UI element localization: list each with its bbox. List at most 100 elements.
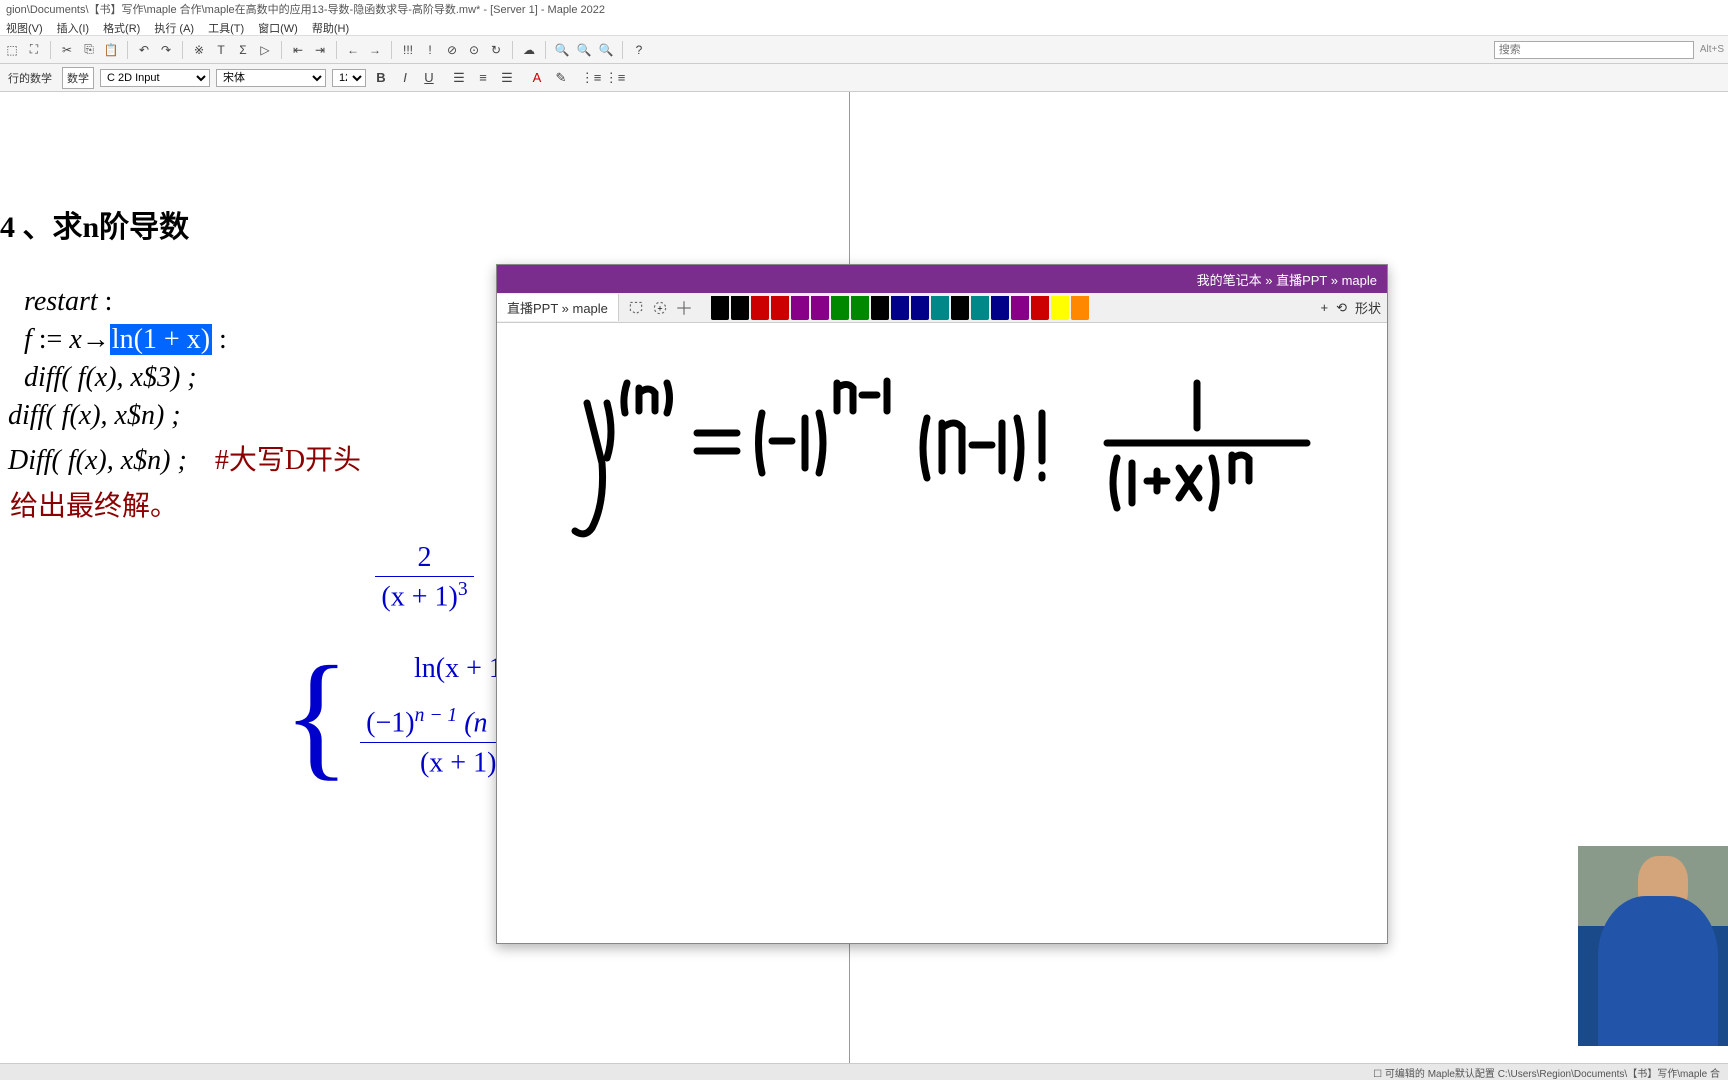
align-left-icon[interactable]: ☰ bbox=[450, 69, 468, 87]
copy-icon[interactable]: ⎘ bbox=[81, 42, 97, 58]
status-text: ☐ 可编辑的 Maple默认配置 C:\Users\Region\Documen… bbox=[1373, 1065, 1720, 1080]
separator bbox=[182, 41, 183, 59]
pen-blue-2[interactable] bbox=[911, 296, 929, 320]
zoom-in-icon[interactable]: 🔍 bbox=[554, 42, 570, 58]
search-container: Alt+S bbox=[1494, 41, 1724, 59]
pen-tray bbox=[711, 296, 1089, 320]
onenote-titlebar[interactable]: 我的笔记本 » 直播PPT » maple bbox=[497, 265, 1387, 293]
prompt-icon[interactable]: ▷ bbox=[257, 42, 273, 58]
expand-icon[interactable]: ⛶ bbox=[26, 42, 42, 58]
highlighter-orange[interactable] bbox=[1071, 296, 1089, 320]
status-bar: ☐ 可编辑的 Maple默认配置 C:\Users\Region\Documen… bbox=[0, 1063, 1728, 1080]
back-icon[interactable]: ← bbox=[345, 42, 361, 58]
menu-format[interactable]: 格式(R) bbox=[103, 20, 140, 33]
code-comment: #大写D开头 bbox=[215, 445, 361, 476]
zoom-fit-icon[interactable]: 🔍 bbox=[576, 42, 592, 58]
text-icon[interactable]: T bbox=[213, 42, 229, 58]
forward-icon[interactable]: → bbox=[367, 42, 383, 58]
pen-red-2[interactable] bbox=[771, 296, 789, 320]
menu-window[interactable]: 窗口(W) bbox=[258, 20, 298, 33]
font-size-select[interactable]: 12 bbox=[332, 69, 366, 87]
bullet-list-icon[interactable]: ⋮≡ bbox=[582, 69, 600, 87]
redo-icon[interactable]: ↷ bbox=[158, 42, 174, 58]
pen-purple-3[interactable] bbox=[1011, 296, 1029, 320]
math-mode-button[interactable]: 数学 bbox=[62, 67, 94, 89]
pen-black-4[interactable] bbox=[951, 296, 969, 320]
onenote-window[interactable]: 我的笔记本 » 直播PPT » maple 直播PPT » maple + bbox=[496, 264, 1388, 944]
separator bbox=[127, 41, 128, 59]
italic-button[interactable]: I bbox=[396, 69, 414, 87]
left-brace-icon: { bbox=[283, 660, 350, 772]
menu-help[interactable]: 帮助(H) bbox=[312, 20, 349, 33]
stop-icon[interactable]: ⊘ bbox=[444, 42, 460, 58]
math-icon[interactable]: Σ bbox=[235, 42, 251, 58]
execute-single-icon[interactable]: ! bbox=[422, 42, 438, 58]
search-input[interactable] bbox=[1494, 41, 1694, 59]
separator bbox=[281, 41, 282, 59]
shapes-label[interactable]: 形状 bbox=[1355, 298, 1381, 317]
tool-icon[interactable]: ⟲ bbox=[1336, 300, 1347, 316]
menu-view[interactable]: 视图(V) bbox=[6, 20, 43, 33]
pen-green[interactable] bbox=[831, 296, 849, 320]
onenote-breadcrumb: 我的笔记本 » 直播PPT » maple bbox=[1197, 270, 1377, 289]
execute-icon[interactable]: !!! bbox=[400, 42, 416, 58]
underline-button[interactable]: U bbox=[420, 69, 438, 87]
pen-cyan[interactable] bbox=[931, 296, 949, 320]
add-page-icon[interactable]: + bbox=[651, 299, 669, 317]
svg-text:+: + bbox=[657, 303, 662, 313]
indent-right-icon[interactable]: ⇥ bbox=[312, 42, 328, 58]
pen-purple-2[interactable] bbox=[811, 296, 829, 320]
paste-icon[interactable]: 📋 bbox=[103, 42, 119, 58]
selected-text: ln(1 + x) bbox=[110, 324, 212, 355]
align-center-icon[interactable]: ≡ bbox=[474, 69, 492, 87]
text-mode-label[interactable]: 行的数学 bbox=[4, 68, 56, 88]
onenote-tab[interactable]: 直播PPT » maple bbox=[497, 294, 619, 321]
pen-green-2[interactable] bbox=[851, 296, 869, 320]
zoom-out-icon[interactable]: 🔍 bbox=[598, 42, 614, 58]
font-color-icon[interactable]: A bbox=[528, 69, 546, 87]
debug-icon[interactable]: ⊙ bbox=[466, 42, 482, 58]
menu-tools[interactable]: 工具(T) bbox=[208, 20, 244, 33]
highlighter-yellow[interactable] bbox=[1051, 296, 1069, 320]
onenote-toolbar: 直播PPT » maple + bbox=[497, 293, 1387, 323]
font-select[interactable]: 宋体 bbox=[216, 69, 326, 87]
separator bbox=[391, 41, 392, 59]
separator bbox=[545, 41, 546, 59]
separator bbox=[622, 41, 623, 59]
pen-blue-3[interactable] bbox=[991, 296, 1009, 320]
pen-red-3[interactable] bbox=[1031, 296, 1049, 320]
restart-icon[interactable]: ↻ bbox=[488, 42, 504, 58]
plot-icon[interactable]: ※ bbox=[191, 42, 207, 58]
pen-black-3[interactable] bbox=[871, 296, 889, 320]
add-pen-icon[interactable]: + bbox=[1320, 300, 1328, 315]
ruler-icon[interactable] bbox=[675, 299, 693, 317]
cloud-icon[interactable]: ☁ bbox=[521, 42, 537, 58]
pen-black-2[interactable] bbox=[731, 296, 749, 320]
menu-insert[interactable]: 插入(I) bbox=[57, 20, 89, 33]
pen-black[interactable] bbox=[711, 296, 729, 320]
section-heading: 4 、求n阶导数 bbox=[0, 202, 849, 246]
highlight-icon[interactable]: ✎ bbox=[552, 69, 570, 87]
pen-cyan-2[interactable] bbox=[971, 296, 989, 320]
pen-blue[interactable] bbox=[891, 296, 909, 320]
separator bbox=[336, 41, 337, 59]
indent-left-icon[interactable]: ⇤ bbox=[290, 42, 306, 58]
number-list-icon[interactable]: ⋮≡ bbox=[606, 69, 624, 87]
search-shortcut-hint: Alt+S bbox=[1700, 44, 1724, 55]
undo-icon[interactable]: ↶ bbox=[136, 42, 152, 58]
separator bbox=[50, 41, 51, 59]
help-icon[interactable]: ? bbox=[631, 42, 647, 58]
menu-execute[interactable]: 执行 (A) bbox=[154, 20, 194, 33]
pen-purple[interactable] bbox=[791, 296, 809, 320]
handwritten-formula bbox=[567, 363, 1327, 563]
input-mode-select[interactable]: C 2D Input bbox=[100, 69, 210, 87]
pen-red[interactable] bbox=[751, 296, 769, 320]
bold-button[interactable]: B bbox=[372, 69, 390, 87]
align-right-icon[interactable]: ☰ bbox=[498, 69, 516, 87]
crop-icon[interactable]: ⬚ bbox=[4, 42, 20, 58]
cut-icon[interactable]: ✂ bbox=[59, 42, 75, 58]
separator bbox=[512, 41, 513, 59]
workspace: 4 、求n阶导数 restart : f := x→ln(1 + x) : di… bbox=[0, 92, 1728, 1063]
lasso-icon[interactable] bbox=[627, 299, 645, 317]
onenote-canvas[interactable] bbox=[497, 323, 1387, 943]
